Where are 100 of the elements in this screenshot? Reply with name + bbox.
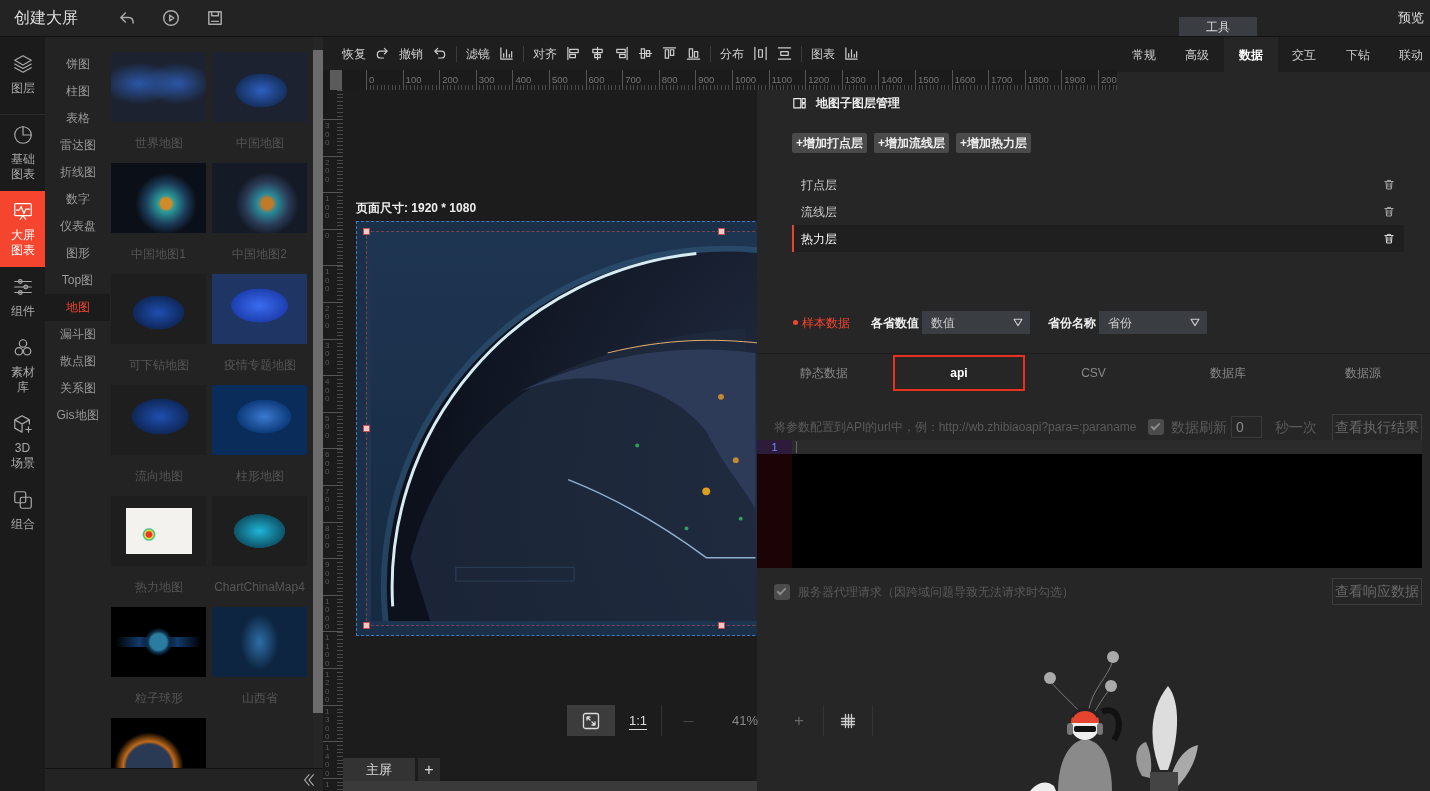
undo-icon[interactable]	[432, 46, 447, 61]
ruler-label: 1200	[808, 73, 830, 86]
back-arrow-icon[interactable]	[118, 9, 136, 27]
source-tab[interactable]: api	[891, 354, 1027, 392]
tool-tab[interactable]: 工具	[1179, 17, 1257, 36]
property-tab[interactable]: 下钻	[1331, 37, 1385, 72]
category-item[interactable]: 关系图	[45, 375, 110, 402]
property-tab[interactable]: 高级	[1170, 37, 1224, 72]
category-item[interactable]: 表格	[45, 105, 110, 132]
thumbnail-image[interactable]	[111, 718, 206, 768]
grid-icon[interactable]	[840, 712, 856, 729]
ruler-label: 200	[1100, 73, 1117, 86]
distribute-horizontal-icon[interactable]	[753, 46, 768, 61]
ruler-label: 800	[661, 73, 678, 86]
preview-button[interactable]: 预览	[1398, 8, 1424, 28]
nav-item[interactable]: 3D场景	[0, 404, 45, 480]
proxy-checkbox[interactable]	[774, 583, 790, 600]
align-left-icon[interactable]	[566, 46, 581, 61]
toolbar-label: 分布	[720, 45, 744, 63]
thumbnail-image[interactable]	[212, 607, 307, 677]
nav-item[interactable]: 组合	[0, 480, 45, 541]
trash-icon[interactable]	[1383, 178, 1395, 191]
screen-tab[interactable]: 主屏	[343, 758, 415, 781]
add-layer-button[interactable]: +增加打点层	[792, 133, 867, 153]
play-icon[interactable]	[162, 9, 180, 27]
nav-item[interactable]: 基础图表	[0, 115, 45, 191]
ruler-label: 1800	[1027, 73, 1049, 86]
redo-icon[interactable]	[375, 46, 390, 61]
category-item[interactable]: 柱图	[45, 78, 110, 105]
category-item[interactable]: Gis地图	[45, 402, 110, 429]
value-select[interactable]: 省份	[1099, 311, 1207, 334]
page-size-label: 页面尺寸: 1920 * 1080	[356, 201, 477, 215]
value-select[interactable]: 数值	[922, 311, 1030, 334]
category-item[interactable]: 漏斗图	[45, 321, 110, 348]
property-tab[interactable]: 常规	[1117, 37, 1171, 72]
category-item[interactable]: 饼图	[45, 51, 110, 78]
align-middle-icon[interactable]	[638, 46, 653, 61]
thumbnail-image[interactable]	[212, 52, 307, 122]
add-layer-button[interactable]: +增加流线层	[874, 133, 950, 153]
resize-handle[interactable]	[718, 622, 725, 629]
property-tab[interactable]: 联动	[1384, 37, 1430, 72]
align-top-icon[interactable]	[662, 46, 677, 61]
nav-item[interactable]: 组件	[0, 267, 45, 328]
collapse-icon[interactable]	[302, 772, 316, 788]
category-item[interactable]: 雷达图	[45, 132, 110, 159]
property-tab[interactable]: 交互	[1277, 37, 1331, 72]
bar-chart-icon[interactable]	[499, 46, 514, 61]
layer-item[interactable]: 流线层	[792, 198, 1404, 225]
source-tab[interactable]: 数据源	[1295, 354, 1430, 392]
pie-chart-icon	[11, 124, 34, 146]
category-item[interactable]: 仪表盘	[45, 213, 110, 240]
actual-size-button[interactable]: 1:1	[615, 705, 661, 736]
add-screen-button[interactable]: +	[418, 758, 440, 781]
thumbnail-image[interactable]	[212, 274, 307, 344]
ruler-label: 1400	[881, 73, 903, 86]
fit-screen-button[interactable]	[567, 705, 615, 736]
ruler-label: 0	[369, 73, 375, 86]
property-tab[interactable]: 数据	[1224, 37, 1278, 72]
category-item[interactable]: 图形	[45, 240, 110, 267]
save-icon[interactable]	[206, 9, 224, 27]
align-bottom-icon[interactable]	[686, 46, 701, 61]
toolbar-label: 撤销	[399, 45, 423, 63]
source-tab[interactable]: 数据库	[1160, 354, 1296, 392]
add-layer-button[interactable]: +增加热力层	[956, 133, 1032, 153]
thumbnail-image[interactable]	[111, 274, 206, 344]
distribute-vertical-icon[interactable]	[777, 46, 792, 61]
thumbnail-image[interactable]	[212, 385, 307, 455]
category-item[interactable]: 散点图	[45, 348, 110, 375]
nav-item[interactable]: 素材库	[0, 328, 45, 404]
fit-screen-icon	[582, 711, 600, 730]
thumbnail-image[interactable]	[212, 496, 307, 566]
align-center-icon[interactable]	[590, 46, 605, 61]
nav-item[interactable]: 大屏图表	[0, 191, 45, 267]
layer-item[interactable]: 打点层	[792, 171, 1404, 198]
resize-handle[interactable]	[363, 425, 370, 432]
source-tab[interactable]: CSV	[1026, 354, 1161, 392]
category-item[interactable]: 地图	[45, 294, 110, 321]
thumbnail-image[interactable]	[111, 163, 206, 233]
resize-handle[interactable]	[363, 622, 370, 629]
category-item[interactable]: 数字	[45, 186, 110, 213]
layer-panel-icon	[792, 96, 807, 110]
field-label: 各省数值	[871, 314, 919, 332]
layer-item[interactable]: 热力层	[792, 225, 1404, 252]
ruler-label: 1700	[991, 73, 1013, 86]
thumbnail-image[interactable]	[111, 52, 206, 122]
thumbnail-image[interactable]	[111, 607, 206, 677]
refresh-checkbox[interactable]	[1148, 419, 1164, 435]
align-right-icon[interactable]	[614, 46, 629, 61]
thumbnail-image[interactable]	[111, 496, 206, 566]
ruler-label: 100	[405, 73, 422, 86]
bar-chart-icon[interactable]	[844, 46, 859, 61]
category-item[interactable]: Top图	[45, 267, 110, 294]
resize-handle[interactable]	[363, 228, 370, 235]
resize-handle[interactable]	[718, 228, 725, 235]
thumbnail-image[interactable]	[111, 385, 206, 455]
thumbnail-image[interactable]	[212, 163, 307, 233]
source-tab[interactable]: 静态数据	[757, 354, 892, 392]
trash-icon[interactable]	[1383, 205, 1395, 218]
refresh-interval-input[interactable]: 0	[1231, 416, 1262, 438]
category-item[interactable]: 折线图	[45, 159, 110, 186]
